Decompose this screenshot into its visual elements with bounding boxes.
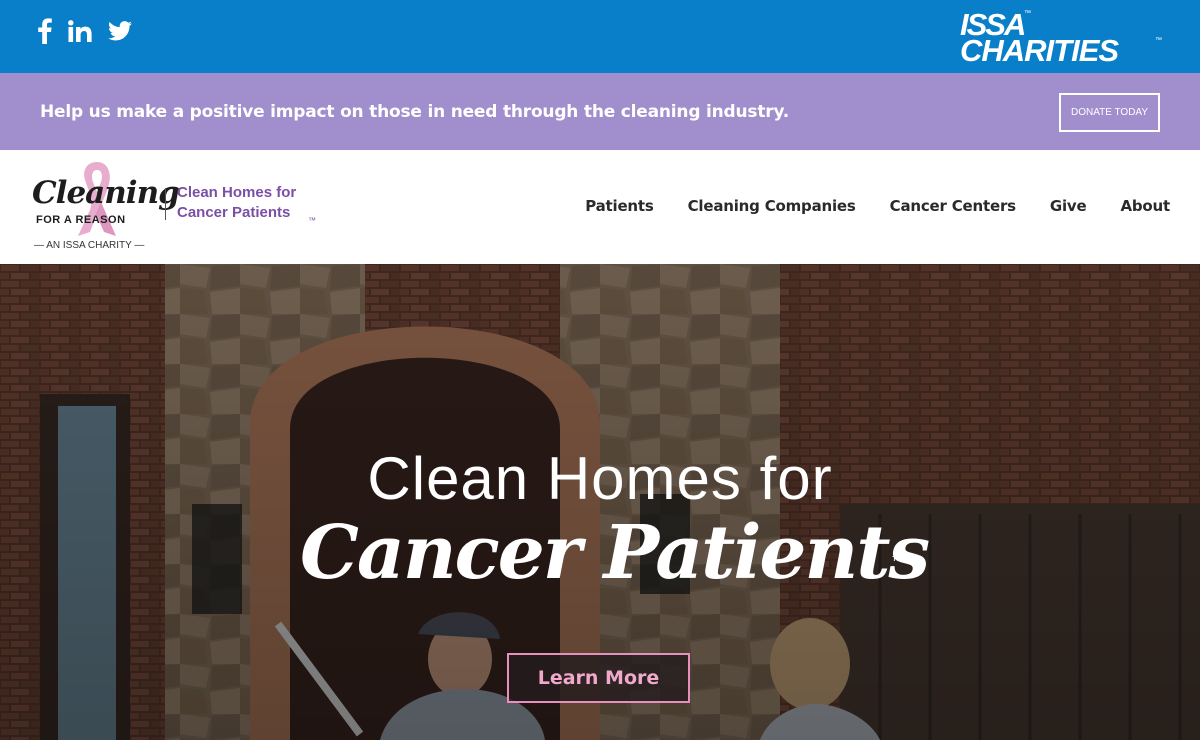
issa-logo-tm: ™ — [1024, 10, 1031, 17]
nav-patients[interactable]: Patients — [585, 199, 654, 214]
hero-heading-line1: Clean Homes for — [367, 445, 833, 512]
logo-divider — [165, 188, 166, 220]
nav-give[interactable]: Give — [1050, 199, 1087, 214]
hero-heading-line2: Cancer Patients — [300, 510, 930, 596]
donate-today-button[interactable]: DONATE TODAY — [1059, 93, 1160, 132]
twitter-link[interactable] — [108, 21, 132, 46]
hero-tm: ™ — [891, 553, 904, 568]
top-bar: ISSA ™ CHARITIES ™ — [0, 0, 1200, 73]
logo-tm: ™ — [308, 216, 316, 225]
logo-charity-text: — AN ISSA CHARITY — — [34, 240, 145, 251]
logo-script-text: Cleaning — [32, 175, 180, 211]
linkedin-link[interactable] — [68, 20, 92, 47]
promo-text: Help us make a positive impact on those … — [40, 102, 790, 122]
twitter-icon — [108, 21, 132, 41]
issa-charities-logo[interactable]: ISSA ™ CHARITIES ™ — [960, 9, 1162, 68]
cleaning-for-a-reason-logo[interactable]: Cleaning FOR A REASON Clean Homes for Ca… — [30, 158, 330, 258]
issa-logo-tm-2: ™ — [1155, 37, 1162, 44]
logo-tagline-2: Cancer Patients — [177, 204, 291, 221]
nav-about[interactable]: About — [1120, 199, 1170, 214]
site-header: Cleaning FOR A REASON Clean Homes for Ca… — [0, 150, 1200, 264]
promo-banner: Help us make a positive impact on those … — [0, 73, 1200, 150]
main-nav: Patients Cleaning Companies Cancer Cente… — [585, 199, 1170, 214]
hero-section: Clean Homes for Cancer Patients ™ Learn … — [0, 264, 1200, 740]
linkedin-icon — [68, 20, 92, 42]
nav-cancer-centers[interactable]: Cancer Centers — [890, 199, 1016, 214]
social-links — [38, 18, 132, 49]
logo-reason-text: FOR A REASON — [36, 214, 126, 226]
nav-cleaning-companies[interactable]: Cleaning Companies — [688, 199, 856, 214]
facebook-icon — [38, 18, 52, 44]
issa-logo-line2: CHARITIES — [960, 33, 1119, 68]
facebook-link[interactable] — [38, 18, 52, 49]
learn-more-button[interactable]: Learn More — [507, 653, 690, 703]
logo-tagline-1: Clean Homes for — [177, 184, 297, 201]
